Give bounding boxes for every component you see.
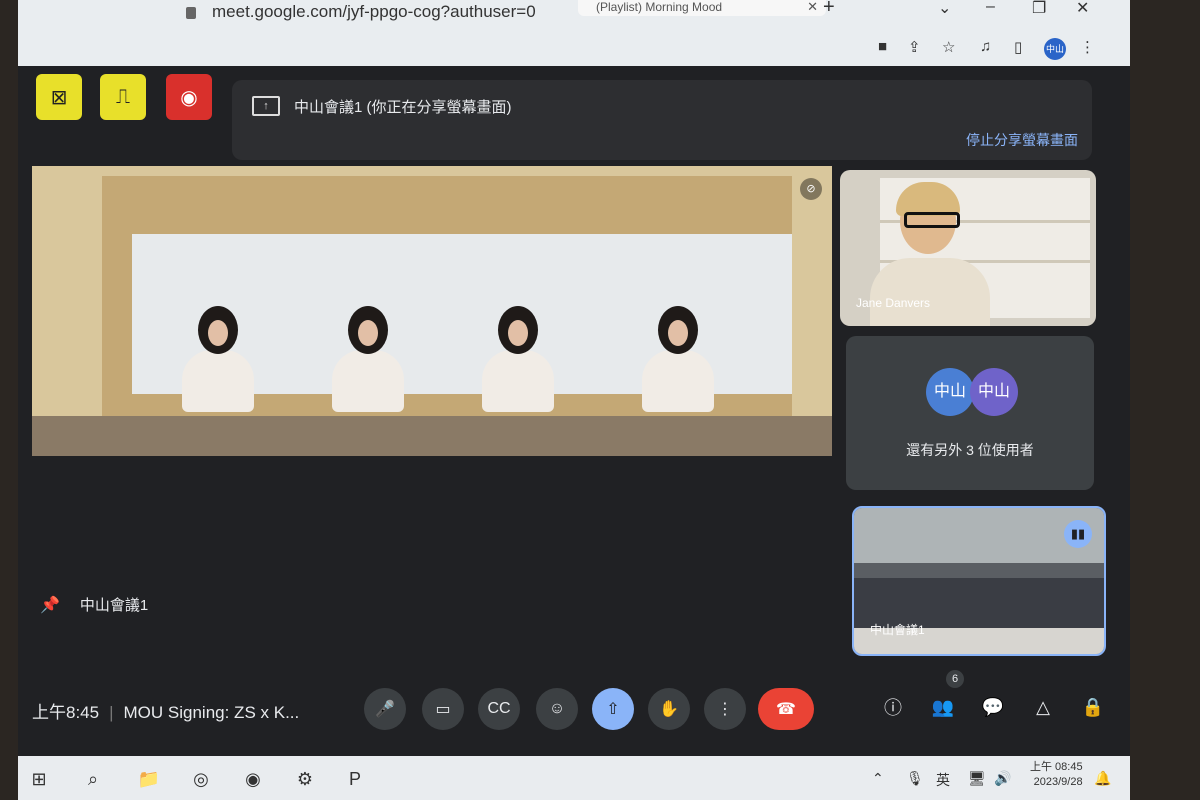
more-options-icon[interactable]: ⋮	[704, 688, 746, 730]
side-panel-icon[interactable]: ▯	[1014, 38, 1022, 56]
participant-body	[870, 258, 990, 326]
profile-avatar[interactable]: 中山	[1044, 38, 1066, 60]
pin-icon[interactable]: 📌	[40, 597, 60, 614]
windows-start-icon[interactable]: ⊞	[24, 764, 54, 794]
address-bar[interactable]: meet.google.com/jyf-ppgo-cog?authuser=0	[186, 2, 536, 22]
participant-name: 中山會議1	[870, 623, 925, 637]
taskbar-clock[interactable]: 上午 08:45 2023/9/28	[1030, 760, 1083, 790]
avatar: 中山	[970, 368, 1018, 416]
participant-tile-jane[interactable]: Jane Danvers	[840, 170, 1096, 326]
lock-icon	[186, 6, 196, 19]
file-explorer-icon[interactable]: 📁	[134, 764, 164, 794]
clock-time: 上午 08:45	[1030, 761, 1083, 773]
avatar: 中山	[926, 368, 974, 416]
main-tile-name: 中山會議1	[79, 597, 149, 614]
edge-browser-icon[interactable]: ◎	[186, 764, 216, 794]
clock-date: 2023/9/28	[1033, 776, 1083, 788]
door-exit-icon[interactable]: ⎍	[100, 74, 146, 120]
activities-icon[interactable]: △	[1028, 692, 1058, 722]
search-icon[interactable]: ⌕	[78, 764, 108, 794]
people-icon[interactable]: 👥	[928, 692, 958, 722]
chat-icon[interactable]: 💬	[978, 692, 1008, 722]
meet-window: ⊠ ⎍ ◉ ↑ 中山會議1 (你正在分享螢幕畫面) 停止分享螢幕畫面 ⊘ 📌 中山…	[18, 66, 1130, 756]
projected-screen: meet.google.com/jyf-ppgo-cog?authuser=0 …	[18, 0, 1130, 800]
restore-icon[interactable]: ❐	[1032, 0, 1046, 18]
host-controls-icon[interactable]: ⊠	[36, 74, 82, 120]
end-call-icon[interactable]: ☎	[758, 688, 814, 730]
meet-control-bar: 上午8:45 | MOU Signing: ZS x K... 🎤 ▭ CC ☺ ⇧…	[18, 670, 1130, 756]
powerpoint-icon[interactable]: P	[340, 764, 370, 794]
volume-icon[interactable]: 🔊	[994, 770, 1011, 787]
raise-hand-icon[interactable]: ✋	[648, 688, 690, 730]
chevron-down-icon[interactable]: ⌄	[938, 0, 951, 18]
meeting-info: 上午8:45 | MOU Signing: ZS x K...	[32, 703, 300, 722]
new-tab-icon[interactable]: +	[823, 0, 835, 19]
minimize-icon[interactable]: –	[986, 0, 995, 16]
media-controls-icon[interactable]: ♫	[980, 38, 991, 55]
chrome-icon[interactable]: ◉	[238, 764, 268, 794]
camera-icon[interactable]: ■	[878, 38, 887, 55]
speaking-indicator-icon: ▮▮	[1064, 520, 1092, 548]
participant-figure	[482, 306, 554, 416]
present-now-icon[interactable]: ⇧	[592, 688, 634, 730]
meeting-details-icon[interactable]: ⓘ	[878, 692, 908, 722]
browser-tab[interactable]: (Playlist) Morning Mood ✕	[578, 0, 826, 16]
participant-tile-room[interactable]: ▮▮ 中山會議1	[852, 506, 1106, 656]
microphone-tray-icon[interactable]: 🎙	[906, 770, 924, 787]
others-tile[interactable]: 中山 中山 還有另外 3 位使用者	[846, 336, 1094, 490]
close-tab-icon[interactable]: ✕	[807, 0, 818, 14]
network-icon[interactable]: 🖥	[968, 770, 986, 787]
microphone-icon[interactable]: 🎤	[364, 688, 406, 730]
mic-muted-icon: ⊘	[800, 178, 822, 200]
windows-taskbar: ⊞ ⌕ 📁 ◎ ◉ ⚙ P ⌃ 🎙 英 🖥 🔊 上午 08:45 2023/9/…	[18, 756, 1130, 800]
participant-figure	[332, 306, 404, 416]
present-screen-icon: ↑	[252, 96, 280, 116]
participant-figure	[182, 306, 254, 416]
current-time: 上午8:45	[32, 703, 100, 722]
ime-indicator[interactable]: 英	[936, 770, 950, 790]
participants-count: 6	[946, 670, 964, 688]
pinned-label: 📌 中山會議1	[40, 594, 148, 615]
browser-toolbar: meet.google.com/jyf-ppgo-cog?authuser=0 …	[18, 0, 1130, 66]
record-icon[interactable]: ◉	[166, 74, 212, 120]
chevron-up-icon[interactable]: ⌃	[872, 770, 884, 787]
host-lock-icon[interactable]: 🔒	[1078, 692, 1108, 722]
presentation-title: 中山會議1 (你正在分享螢幕畫面)	[294, 99, 512, 116]
camera-toggle-icon[interactable]: ▭	[422, 688, 464, 730]
close-window-icon[interactable]: ✕	[1076, 0, 1089, 18]
settings-gear-icon[interactable]: ⚙	[290, 764, 320, 794]
share-page-icon[interactable]: ⇪	[908, 38, 921, 56]
emoji-icon[interactable]: ☺	[536, 688, 578, 730]
bookmark-star-icon[interactable]: ☆	[942, 38, 955, 56]
kebab-menu-icon[interactable]: ⋮	[1080, 38, 1095, 56]
url-text: meet.google.com/jyf-ppgo-cog?authuser=0	[212, 2, 536, 21]
stop-sharing-button[interactable]: 停止分享螢幕畫面	[966, 130, 1078, 150]
tab-title: (Playlist) Morning Mood	[596, 0, 723, 14]
main-video: ⊘	[32, 166, 832, 456]
notification-icon[interactable]: 🔔	[1094, 770, 1111, 787]
presentation-banner: ↑ 中山會議1 (你正在分享螢幕畫面) 停止分享螢幕畫面	[232, 80, 1092, 160]
conference-table	[32, 416, 832, 456]
meeting-title: MOU Signing: ZS x K...	[123, 703, 300, 722]
glasses	[904, 212, 960, 228]
participant-figure	[642, 306, 714, 416]
others-count-label: 還有另外 3 位使用者	[906, 442, 1034, 458]
captions-icon[interactable]: CC	[478, 688, 520, 730]
participant-name: Jane Danvers	[856, 296, 931, 310]
